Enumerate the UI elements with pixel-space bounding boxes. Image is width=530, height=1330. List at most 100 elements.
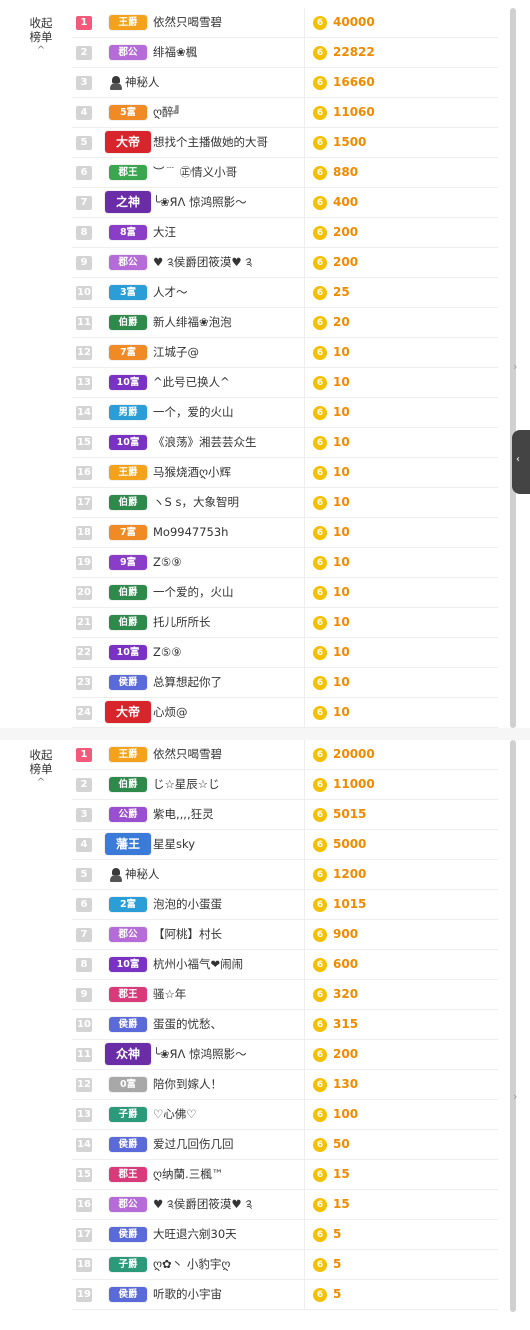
coin-icon: 6 (313, 808, 327, 822)
scrollbar[interactable] (510, 740, 516, 1312)
leaderboard-row[interactable]: 8 10富 杭州小福气❤闹闹 6 600 (72, 950, 498, 980)
leaderboard-row[interactable]: 18 子爵 ღ✿丶 小豹宇ღ 6 5 (72, 1250, 498, 1280)
side-toggle-tab[interactable]: ‹ (512, 430, 530, 494)
leaderboard-row[interactable]: 1 王爵 依然只喝雪碧 6 40000 (72, 8, 498, 38)
leaderboard-row[interactable]: 16 王爵 马猴烧酒ღ小辉 6 10 (72, 458, 498, 488)
user-name[interactable]: 心烦@ (153, 698, 188, 727)
leaderboard-row[interactable]: 2 伯爵 じ☆星辰☆じ 6 11000 (72, 770, 498, 800)
leaderboard-row[interactable]: 3 神秘人 6 16660 (72, 68, 498, 98)
leaderboard-row[interactable]: 14 侯爵 爱过几回伤几回 6 50 (72, 1130, 498, 1160)
user-name[interactable]: 紫电,,,,狂灵 (153, 800, 214, 829)
user-name[interactable]: Z⑤⑨ (153, 638, 182, 667)
leaderboard-row[interactable]: 17 侯爵 大旺退六剜30天 6 5 (72, 1220, 498, 1250)
leaderboard-row[interactable]: 4 5富 ღ醉╝ 6 11060 (72, 98, 498, 128)
leaderboard-row[interactable]: 11 伯爵 新人绯福❀泡泡 6 20 (72, 308, 498, 338)
user-name[interactable]: ღ纳蘭.三楓™ (153, 1160, 223, 1189)
leaderboard-row[interactable]: 16 郡公 ♥ ༉侯爵团筱漠♥ ༉ 6 15 (72, 1190, 498, 1220)
user-name[interactable]: 泡泡的小蛋蛋 (153, 890, 222, 919)
user-name[interactable]: ^此号已换人^ (153, 368, 230, 397)
score-value: 5015 (333, 807, 367, 821)
leaderboard-row[interactable]: 12 0富 陪你到嫁人！ 6 130 (72, 1070, 498, 1100)
rank-badge: 2富 (109, 897, 147, 912)
user-name[interactable]: 骚☆年 (153, 980, 186, 1009)
user-name[interactable]: ╰❀ЯΛ 惊鸿照影～ (153, 188, 247, 217)
leaderboard-row[interactable]: 3 公爵 紫电,,,,狂灵 6 5015 (72, 800, 498, 830)
leaderboard-row[interactable]: 5 大帝 想找个主播做她的大哥 6 1500 (72, 128, 498, 158)
leaderboard-row[interactable]: 10 侯爵 蛋蛋的忧愁、 6 315 (72, 1010, 498, 1040)
user-name[interactable]: 依然只喝雪碧 (153, 8, 222, 37)
user-name[interactable]: ♥ ༉侯爵团筱漠♥ ༉ (153, 248, 252, 277)
user-name[interactable]: 杭州小福气❤闹闹 (153, 950, 243, 979)
leaderboard-row[interactable]: 17 伯爵 ヽS s，大象智明 6 10 (72, 488, 498, 518)
user-name[interactable]: 神秘人 (125, 68, 160, 97)
leaderboard-row[interactable]: 9 郡公 ♥ ༉侯爵团筱漠♥ ༉ 6 200 (72, 248, 498, 278)
leaderboard-row[interactable]: 4 藩王 星星sky 6 5000 (72, 830, 498, 860)
leaderboard-row[interactable]: 14 男爵 一个，爱的火山 6 10 (72, 398, 498, 428)
leaderboard-row[interactable]: 21 伯爵 托儿所所长 6 10 (72, 608, 498, 638)
user-name[interactable]: 一个，爱的火山 (153, 398, 234, 427)
leaderboard-row[interactable]: 15 郡王 ღ纳蘭.三楓™ 6 15 (72, 1160, 498, 1190)
leaderboard-row[interactable]: 11 众神 ╰❀ЯΛ 惊鸿照影～ 6 200 (72, 1040, 498, 1070)
user-name[interactable]: 神秘人 (125, 860, 160, 889)
user-name[interactable]: 蛋蛋的忧愁、 (153, 1010, 222, 1039)
user-name[interactable]: 想找个主播做她的大哥 (153, 128, 268, 157)
user-name[interactable]: ♥ ༉侯爵团筱漠♥ ༉ (153, 1190, 252, 1219)
collapse-label-line1: 收起 (29, 16, 53, 30)
user-name[interactable]: 马猴烧酒ღ小辉 (153, 458, 231, 487)
user-name[interactable]: 大旺退六剜30天 (153, 1220, 237, 1249)
user-name[interactable]: 【阿桃】村长 (153, 920, 222, 949)
leaderboard-row[interactable]: 9 郡王 骚☆年 6 320 (72, 980, 498, 1010)
user-name[interactable]: 托儿所所长 (153, 608, 211, 637)
user-name[interactable]: 《浪荡》湘芸芸众生 (153, 428, 257, 457)
user-name[interactable]: 陪你到嫁人！ (153, 1070, 222, 1099)
leaderboard-row[interactable]: 20 伯爵 一个爱的，火山 6 10 (72, 578, 498, 608)
user-name[interactable]: 大汪 (153, 218, 176, 247)
user-name[interactable]: 绯福❀楓 (153, 38, 197, 67)
user-name[interactable]: 爱过几回伤几回 (153, 1130, 234, 1159)
user-name[interactable]: 总算想起你了 (153, 668, 222, 697)
user-name[interactable]: 依然只喝雪碧 (153, 740, 222, 769)
user-name[interactable]: 江城子@ (153, 338, 199, 367)
user-name[interactable]: 人才～ (153, 278, 188, 307)
mystery-user-icon (109, 867, 123, 882)
leaderboard-row[interactable]: 19 侯爵 听歌的小宇宙 6 5 (72, 1280, 498, 1310)
chevron-right-icon[interactable]: › (513, 360, 517, 373)
leaderboard-row[interactable]: 22 10富 Z⑤⑨ 6 10 (72, 638, 498, 668)
leaderboard-row[interactable]: 13 子爵 ♡心佛♡ 6 100 (72, 1100, 498, 1130)
leaderboard-row[interactable]: 7 之神 ╰❀ЯΛ 惊鸿照影～ 6 400 (72, 188, 498, 218)
leaderboard-row[interactable]: 2 郡公 绯福❀楓 6 22822 (72, 38, 498, 68)
collapse-leaderboard-button[interactable]: 收起 榜单 ^ (20, 16, 62, 58)
chevron-right-icon[interactable]: › (513, 1090, 517, 1103)
leaderboard-row[interactable]: 19 9富 Z⑤⑨ 6 10 (72, 548, 498, 578)
leaderboard-row[interactable]: 6 郡王 ︶﹉ ㊣情义小哥 6 880 (72, 158, 498, 188)
leaderboard-row[interactable]: 1 王爵 依然只喝雪碧 6 20000 (72, 740, 498, 770)
user-name[interactable]: ♡心佛♡ (153, 1100, 197, 1129)
panel-separator (0, 728, 530, 740)
leaderboard-row[interactable]: 10 3富 人才～ 6 25 (72, 278, 498, 308)
user-name[interactable]: 听歌的小宇宙 (153, 1280, 222, 1309)
leaderboard-row[interactable]: 7 郡公 【阿桃】村长 6 900 (72, 920, 498, 950)
user-name[interactable]: ღ醉╝ (153, 98, 180, 127)
leaderboard-row[interactable]: 6 2富 泡泡的小蛋蛋 6 1015 (72, 890, 498, 920)
leaderboard-row[interactable]: 5 神秘人 6 1200 (72, 860, 498, 890)
user-name[interactable]: ღ✿丶 小豹宇ღ (153, 1250, 230, 1279)
leaderboard-row[interactable]: 24 大帝 心烦@ 6 10 (72, 698, 498, 728)
coin-icon: 6 (313, 898, 327, 912)
user-name[interactable]: Z⑤⑨ (153, 548, 182, 577)
user-name[interactable]: 一个爱的，火山 (153, 578, 234, 607)
user-name[interactable]: 星星sky (153, 830, 195, 859)
leaderboard-row[interactable]: 13 10富 ^此号已换人^ 6 10 (72, 368, 498, 398)
leaderboard-row[interactable]: 15 10富 《浪荡》湘芸芸众生 6 10 (72, 428, 498, 458)
leaderboard-row[interactable]: 12 7富 江城子@ 6 10 (72, 338, 498, 368)
user-name[interactable]: ╰❀ЯΛ 惊鸿照影～ (153, 1040, 247, 1069)
user-name[interactable]: じ☆星辰☆じ (153, 770, 220, 799)
user-name[interactable]: ︶﹉ ㊣情义小哥 (153, 158, 237, 187)
user-name[interactable]: Mo9947753h (153, 518, 228, 547)
column-divider (304, 308, 305, 337)
leaderboard-row[interactable]: 8 8富 大汪 6 200 (72, 218, 498, 248)
leaderboard-row[interactable]: 18 7富 Mo9947753h 6 10 (72, 518, 498, 548)
collapse-leaderboard-button[interactable]: 收起 榜单 ^ (20, 748, 62, 790)
leaderboard-row[interactable]: 23 侯爵 总算想起你了 6 10 (72, 668, 498, 698)
user-name[interactable]: ヽS s，大象智明 (153, 488, 239, 517)
user-name[interactable]: 新人绯福❀泡泡 (153, 308, 232, 337)
